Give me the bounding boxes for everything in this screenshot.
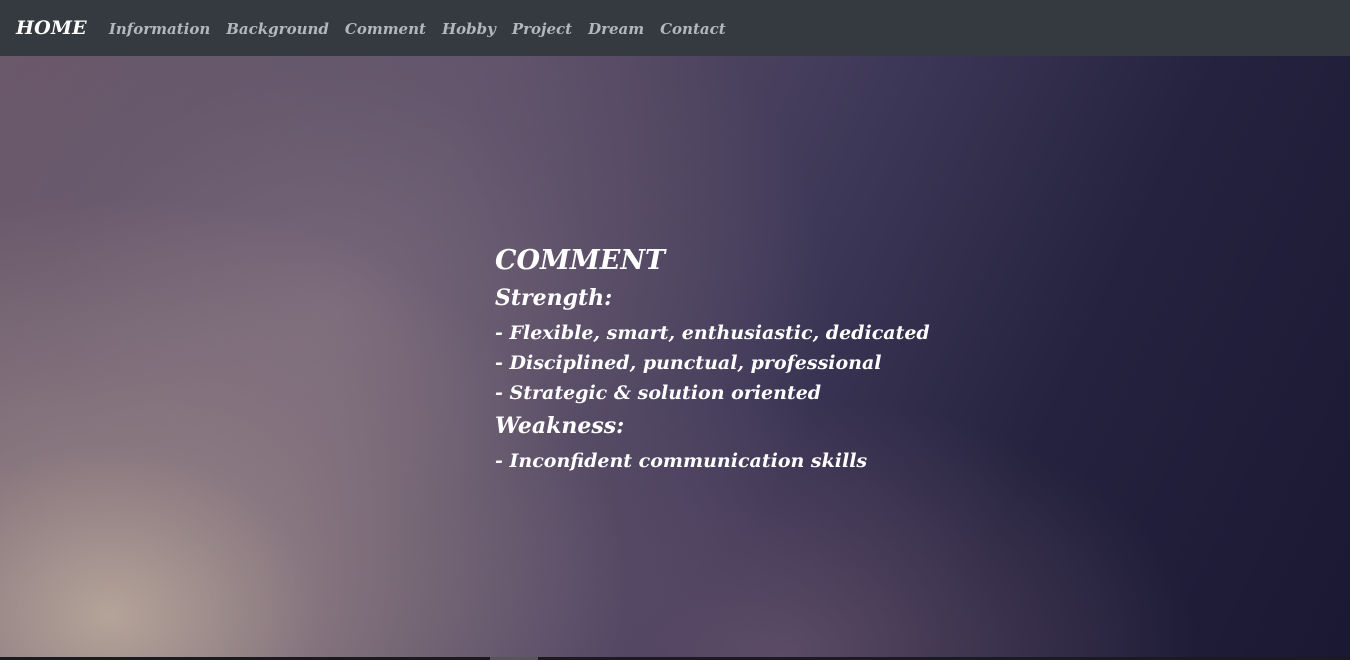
- nav-link-comment[interactable]: Comment: [345, 20, 426, 38]
- nav-link-information[interactable]: Information: [109, 20, 210, 38]
- strength-heading: Strength:: [495, 285, 613, 311]
- top-navbar: HOME Information Background Comment Hobb…: [0, 0, 1350, 56]
- strength-item: - Flexible, smart, enthusiastic, dedicat…: [495, 322, 930, 344]
- nav-menu: Information Background Comment Hobby Pro…: [109, 19, 742, 38]
- strength-item: - Strategic & solution oriented: [495, 382, 822, 404]
- brand-home-link[interactable]: HOME: [16, 17, 87, 39]
- section-title: COMMENT: [495, 245, 666, 276]
- weakness-item: - Inconfident communication skills: [495, 450, 868, 472]
- nav-link-background[interactable]: Background: [226, 20, 329, 38]
- nav-link-dream[interactable]: Dream: [588, 20, 644, 38]
- strength-item: - Disciplined, punctual, professional: [495, 352, 882, 374]
- nav-link-contact[interactable]: Contact: [660, 20, 726, 38]
- comment-section: COMMENT Strength: - Flexible, smart, ent…: [495, 242, 930, 476]
- nav-link-project[interactable]: Project: [512, 20, 572, 38]
- nav-link-hobby[interactable]: Hobby: [442, 20, 496, 38]
- weakness-heading: Weakness:: [495, 413, 625, 439]
